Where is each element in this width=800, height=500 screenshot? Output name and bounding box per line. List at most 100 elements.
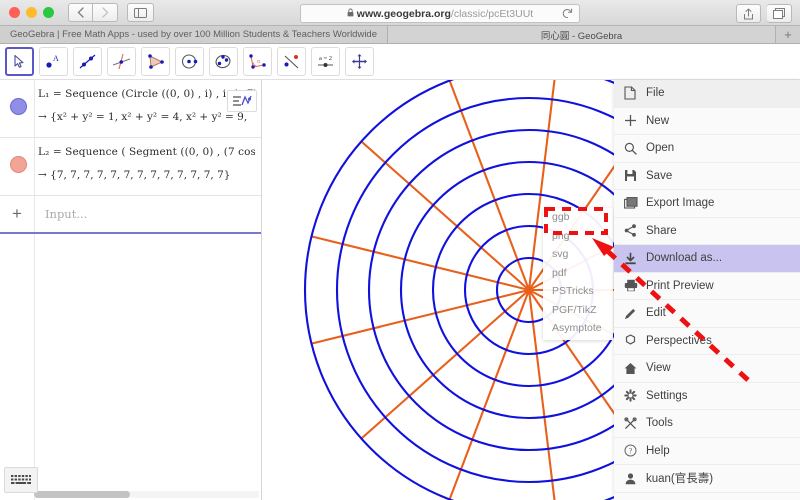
menu-item-new-label: New [646,114,670,127]
minimize-window-button[interactable] [26,7,37,18]
menu-item-file-label: File [646,87,665,100]
menu-item-tools-label: Tools [646,417,673,430]
save-icon [624,169,646,182]
pencil-icon [624,307,646,320]
back-button[interactable] [68,3,93,22]
image-icon [624,196,646,210]
close-window-button[interactable] [9,7,20,18]
reload-icon[interactable] [562,8,573,22]
algebra-row-L1[interactable]: L₁ = Sequence (Circle ((0, 0) , i) , i, … [0,80,261,138]
algebra-definition-L2: L₂ = Sequence ( Segment ((0, 0) , (7 cos… [38,146,255,158]
menu-item-perspectives[interactable]: Perspectives [614,328,800,355]
menu-item-print-preview-label: Print Preview [646,279,714,292]
reflect-tool[interactable] [277,47,306,76]
point-tool[interactable]: A [39,47,68,76]
menu-item-save[interactable]: Save [614,163,800,190]
address-bar[interactable]: www.geogebra.org/classic/pcEt3UUt [300,4,580,23]
new-tab-button[interactable]: + [776,26,800,43]
svg-text:A: A [53,54,59,63]
plus-icon [624,114,646,127]
move-tool[interactable] [5,47,34,76]
app-root: www.geogebra.org/classic/pcEt3UUt GeoGeb… [0,0,800,500]
menu-item-new[interactable]: New [614,108,800,135]
maximize-window-button[interactable] [43,7,54,18]
keyboard-icon[interactable] [4,467,38,493]
download-format-svg[interactable]: svg [543,245,613,264]
menu-item-help-label: Help [646,444,670,457]
share-icon[interactable] [736,4,761,23]
menu-item-edit-label: Edit [646,307,666,320]
angle-tool[interactable]: α [243,47,272,76]
download-icon [624,252,646,265]
menu-item-file[interactable]: File [614,80,800,108]
menu-item-user-account-label: kuan(官長壽) [646,473,714,486]
gear-icon [624,389,646,402]
algebra-definition-L1: L₁ = Sequence (Circle ((0, 0) , i) , i, … [38,88,255,100]
algebra-value-L2: → {7, 7, 7, 7, 7, 7, 7, 7, 7, 7, 7, 7, 7… [38,169,231,181]
browser-tab-0[interactable]: GeoGebra | Free Math Apps - used by over… [0,26,388,43]
menu-item-view-label: View [646,362,671,375]
navigation-buttons [68,3,118,22]
download-format-ggb[interactable]: ggb [543,208,613,227]
ellipse-tool[interactable] [209,47,238,76]
svg-text:α: α [257,59,260,65]
download-format-png[interactable]: png [543,227,613,246]
circle-tool[interactable] [175,47,204,76]
share-icon [624,224,646,237]
menu-item-help[interactable]: ? Help [614,438,800,465]
menu-item-perspectives-label: Perspectives [646,334,712,347]
browser-right-actions [736,4,792,23]
search-icon [624,142,646,155]
tabs-overview-icon[interactable] [767,4,792,23]
algebra-row-L2[interactable]: L₂ = Sequence ( Segment ((0, 0) , (7 cos… [0,138,261,196]
browser-tab-1[interactable]: 同心圓 - GeoGebra [388,26,776,43]
geogebra-toolbar: A α a = 2 [0,44,800,115]
tools-icon [624,417,646,430]
menu-item-export-image[interactable]: Export Image [614,190,800,218]
slider-tool[interactable]: a = 2 [311,47,340,76]
menu-item-share-label: Share [646,224,677,237]
plus-icon[interactable]: + [0,204,34,224]
help-icon: ? [624,444,646,457]
polygon-tool[interactable] [141,47,170,76]
algebra-hscrollbar-thumb[interactable] [34,491,130,498]
sidebar-toggle-icon[interactable] [127,3,154,22]
lock-icon [347,8,354,19]
download-format-asymptote[interactable]: Asymptote [543,319,613,338]
menu-item-download-as[interactable]: Download as... [614,245,800,273]
menu-item-print-preview[interactable]: Print Preview [614,273,800,300]
window-controls [9,7,54,18]
svg-text:a = 2: a = 2 [319,55,332,62]
menu-item-export-image-label: Export Image [646,197,715,210]
download-format-pdf[interactable]: pdf [543,264,613,283]
browser-toolbar: www.geogebra.org/classic/pcEt3UUt [0,0,800,26]
menu-item-share[interactable]: Share [614,218,800,245]
menu-item-view[interactable]: View [614,355,800,383]
download-format-pgftikz[interactable]: PGF/TikZ [543,301,613,320]
menu-item-download-as-label: Download as... [646,252,723,265]
menu-item-open[interactable]: Open [614,135,800,163]
tab-bar: GeoGebra | Free Math Apps - used by over… [0,26,800,44]
algebra-input-placeholder[interactable]: Input... [35,207,87,221]
forward-button[interactable] [93,3,118,22]
download-format-pstricks[interactable]: PSTricks [543,282,613,301]
home-icon [624,362,646,375]
algebra-row-menu-icon[interactable] [227,90,257,112]
object-visibility-toggle-L1[interactable] [10,98,27,115]
download-format-submenu: ggb png svg pdf PSTricks PGF/TikZ Asympt… [543,208,613,340]
algebra-value-L1: → {x² + y² = 1, x² + y² = 4, x² + y² = 9… [38,111,248,123]
perpendicular-line-tool[interactable] [107,47,136,76]
menu-item-edit[interactable]: Edit [614,300,800,328]
line-tool[interactable] [73,47,102,76]
menu-item-settings[interactable]: Settings [614,383,800,410]
url-host: www.geogebra.org [356,7,451,20]
url-path: /classic/pcEt3UUt [450,7,534,20]
algebra-input-row[interactable]: + Input... [0,196,261,234]
main-menu-panel: File New Open Save Export Image Share Do… [614,80,800,500]
object-visibility-toggle-L2[interactable] [10,156,27,173]
menu-item-settings-label: Settings [646,389,688,402]
menu-item-user-account[interactable]: kuan(官長壽) [614,465,800,493]
menu-item-tools[interactable]: Tools [614,410,800,438]
perspectives-icon [624,334,646,347]
pan-tool[interactable] [345,47,374,76]
